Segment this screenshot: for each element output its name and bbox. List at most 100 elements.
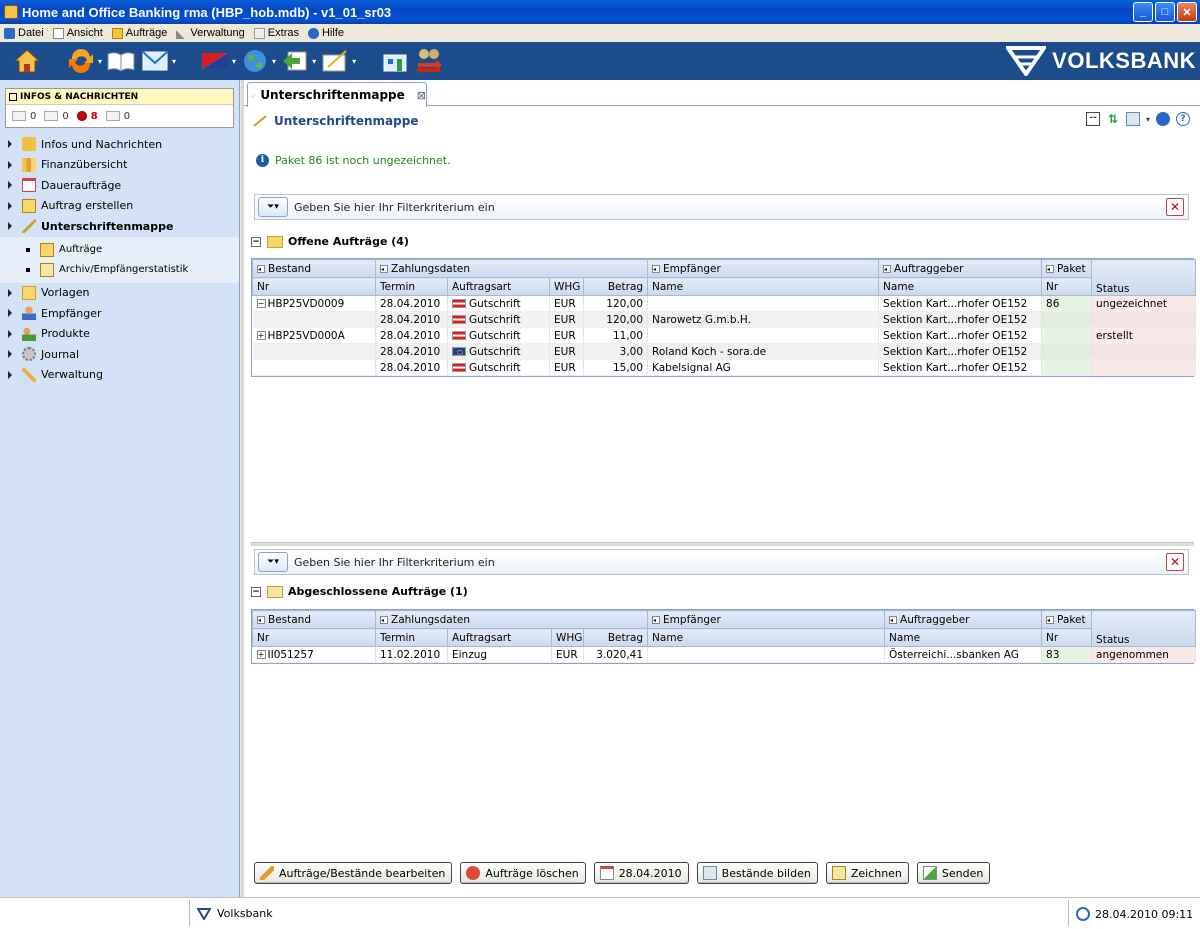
expand-arrow-icon[interactable] <box>8 140 12 149</box>
bank-button[interactable] <box>380 45 410 77</box>
sidebar-item-produkte[interactable]: Produkte <box>0 324 239 345</box>
sidebar-item-unterschriftenmappe[interactable]: Unterschriftenmappe <box>0 216 239 237</box>
group-header-zahlungsdaten[interactable]: ◂ Zahlungsdaten <box>374 610 649 629</box>
expand-arrow-icon[interactable] <box>8 350 12 359</box>
menu-auftraege[interactable]: Aufträge <box>108 27 173 39</box>
column-header-auftragsart[interactable]: Auftragsart <box>447 277 550 296</box>
flag-button[interactable]: ▾ <box>200 45 236 77</box>
send-button[interactable]: Senden <box>916 862 991 884</box>
column-header-whg[interactable]: WHG <box>551 628 584 647</box>
menu-datei[interactable]: Datei <box>0 27 49 39</box>
dropdown-arrow-icon[interactable]: ▾ <box>98 57 102 66</box>
filter-clear-button[interactable]: ✕ <box>1166 553 1184 571</box>
sidebar-item-auftrag-erstellen[interactable]: Auftrag erstellen <box>0 196 239 217</box>
collapse-icon[interactable]: − <box>256 299 266 308</box>
group-header-empfaenger[interactable]: ◂ Empfänger <box>647 610 886 629</box>
collapse-icon[interactable]: -- <box>1085 112 1100 126</box>
table-row[interactable]: − HBP25VD0009 28.04.2010 Gutschrift EUR 120,0… <box>252 295 1197 312</box>
group-header-bestand[interactable]: ◂ Bestand <box>252 259 376 278</box>
close-button[interactable]: ✕ <box>1177 2 1197 22</box>
maximize-button[interactable]: □ <box>1155 2 1175 22</box>
column-header-betrag[interactable]: Betrag <box>582 628 649 647</box>
table-row[interactable]: 28.04.2010 Gutschrift EUR 120,00 Narowetz G.… <box>252 311 1197 328</box>
column-header-termin[interactable]: Termin <box>375 277 448 296</box>
sidebar-item-empfaenger[interactable]: Empfänger <box>0 303 239 324</box>
menu-verwaltung[interactable]: Verwaltung <box>172 27 249 39</box>
group-header-paket[interactable]: ◂ Paket <box>1041 259 1093 278</box>
info-icon[interactable] <box>1156 112 1170 126</box>
tab-unterschriftenmappe[interactable]: Unterschriftenmappe ⊠ <box>247 82 427 107</box>
expand-arrow-icon[interactable] <box>8 288 12 297</box>
globe-button[interactable]: ▾ <box>240 45 276 77</box>
collapse-icon[interactable]: − <box>251 586 261 597</box>
sign-button[interactable]: ▾ <box>320 45 356 77</box>
expand-arrow-icon[interactable] <box>8 201 12 210</box>
home-button[interactable] <box>12 45 42 77</box>
minimize-button[interactable]: _ <box>1133 2 1153 22</box>
tab-close-icon[interactable]: ⊠ <box>417 89 426 102</box>
print-icon[interactable] <box>1125 112 1140 126</box>
sign-button[interactable]: Zeichnen <box>825 862 909 884</box>
column-header-empfaenger-name[interactable]: Name <box>647 628 886 647</box>
dropdown-arrow-icon[interactable]: ▾ <box>172 57 176 66</box>
table-row[interactable]: + HBP25VD000A 28.04.2010 Gutschrift EUR 11,00… <box>252 327 1197 344</box>
help-icon[interactable]: ? <box>1176 112 1190 126</box>
column-header-empfaenger-name[interactable]: Name <box>647 277 880 296</box>
edit-orders-button[interactable]: Aufträge/Bestände bearbeiten <box>254 862 453 884</box>
sidebar-item-finanzuebersicht[interactable]: Finanzübersicht <box>0 155 239 176</box>
filter-input[interactable]: Geben Sie hier Ihr Filterkriterium ein <box>294 201 495 214</box>
sidebar-item-verwaltung[interactable]: Verwaltung <box>0 365 239 386</box>
import-button[interactable]: ▾ <box>280 45 316 77</box>
refresh-icon[interactable]: ⇅ <box>1106 112 1120 126</box>
menu-extras[interactable]: Extras <box>250 27 304 39</box>
splitter[interactable] <box>251 542 1194 546</box>
group-header-auftraggeber[interactable]: ◂ Auftraggeber <box>878 259 1043 278</box>
dropdown-arrow-icon[interactable]: ▾ <box>232 57 236 66</box>
sidebar-subitem-archiv[interactable]: Archiv/Empfängerstatistik <box>0 260 239 280</box>
delete-orders-button[interactable]: Aufträge löschen <box>460 862 586 884</box>
date-button[interactable]: 28.04.2010 <box>593 862 689 884</box>
dropdown-arrow-icon[interactable]: ▾ <box>312 57 316 66</box>
filter-button[interactable]: ⏷ ▾ <box>258 197 288 217</box>
dropdown-arrow-icon[interactable]: ▾ <box>1146 115 1150 124</box>
column-header-status[interactable]: Status <box>1091 259 1197 296</box>
expand-arrow-icon[interactable] <box>8 370 12 379</box>
column-header-betrag[interactable]: Betrag <box>582 277 649 296</box>
expand-arrow-icon[interactable] <box>8 329 12 338</box>
table-row[interactable]: 28.04.2010 Gutschrift EUR 3,00 Roland Koch -… <box>252 343 1197 360</box>
expand-arrow-icon[interactable] <box>8 181 12 190</box>
group-header-bestand[interactable]: ◂ Bestand <box>252 610 376 629</box>
filter-bar-open[interactable]: ⏷ ▾ Geben Sie hier Ihr Filterkriterium ei… <box>254 194 1189 220</box>
expand-arrow-icon[interactable] <box>8 160 12 169</box>
column-header-paket-nr[interactable]: Nr <box>1041 628 1093 647</box>
group-header-paket[interactable]: ◂ Paket <box>1041 610 1093 629</box>
column-header-status[interactable]: Status <box>1091 610 1197 647</box>
filter-input[interactable]: Geben Sie hier Ihr Filterkriterium ein <box>294 556 495 569</box>
expand-icon[interactable]: + <box>256 650 266 659</box>
table-row[interactable]: 28.04.2010 Gutschrift EUR 15,00 Kabelsignal … <box>252 359 1197 376</box>
infos-box[interactable]: INFOS & NACHRICHTEN 0 0 8 0 <box>5 88 234 128</box>
filter-bar-closed[interactable]: ⏷ ▾ Geben Sie hier Ihr Filterkriterium ei… <box>254 549 1189 575</box>
open-orders-header[interactable]: − Offene Aufträge (4) <box>251 235 409 248</box>
column-header-nr[interactable]: Nr <box>252 628 376 647</box>
exchange-button[interactable] <box>414 45 444 77</box>
create-stock-button[interactable]: Bestände bilden <box>696 862 818 884</box>
menu-hilfe[interactable]: Hilfe <box>304 27 349 39</box>
column-header-nr[interactable]: Nr <box>252 277 376 296</box>
expand-icon[interactable]: + <box>256 331 266 340</box>
filter-clear-button[interactable]: ✕ <box>1166 198 1184 216</box>
expand-arrow-icon[interactable] <box>8 222 12 231</box>
column-header-auftraggeber-name[interactable]: Name <box>884 628 1043 647</box>
refresh-button[interactable]: ▾ <box>66 45 102 77</box>
group-header-empfaenger[interactable]: ◂ Empfänger <box>647 259 880 278</box>
book-button[interactable] <box>106 45 136 77</box>
expand-arrow-icon[interactable] <box>8 309 12 318</box>
sidebar-subitem-auftraege[interactable]: Aufträge <box>0 240 239 260</box>
filter-button[interactable]: ⏷ ▾ <box>258 552 288 572</box>
dropdown-arrow-icon[interactable]: ▾ <box>272 57 276 66</box>
mail-button[interactable]: ▾ <box>140 45 176 77</box>
column-header-auftragsart[interactable]: Auftragsart <box>447 628 552 647</box>
menu-ansicht[interactable]: Ansicht <box>49 27 108 39</box>
column-header-termin[interactable]: Termin <box>375 628 448 647</box>
group-header-auftraggeber[interactable]: ◂ Auftraggeber <box>884 610 1043 629</box>
